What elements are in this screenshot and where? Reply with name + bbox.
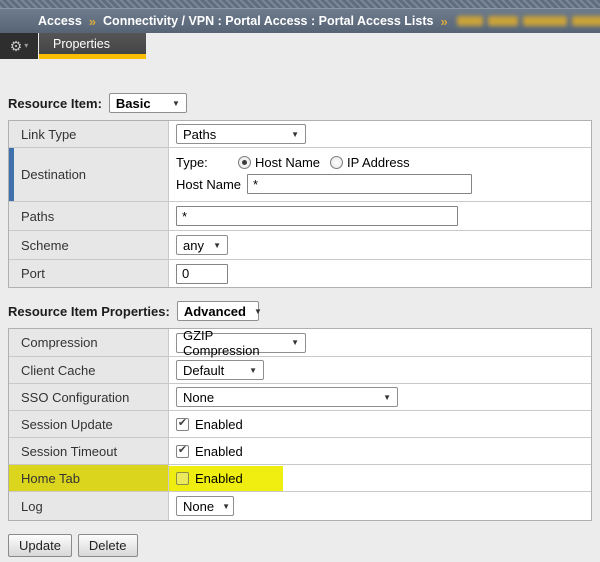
select-arrow-icon: ▼ (291, 338, 299, 347)
resource-item-table: Link Type Paths ▼ Destination Type: (8, 120, 592, 288)
select-arrow-icon: ▼ (254, 307, 262, 316)
select-arrow-icon: ▼ (222, 502, 230, 511)
redacted-resource-name (457, 16, 600, 26)
compression-label: Compression (9, 329, 169, 356)
check-icon: ✔ (178, 418, 187, 429)
port-input[interactable] (176, 264, 228, 284)
tab-properties[interactable]: Properties (39, 33, 146, 59)
radio-host-name-label: Host Name (255, 155, 320, 170)
home-tab-checkbox[interactable] (176, 472, 189, 485)
chevron-down-icon: ▾ (24, 42, 28, 50)
resource-item-properties-title: Resource Item Properties: (8, 304, 170, 319)
check-icon: ✔ (178, 445, 187, 456)
settings-menu-button[interactable]: ⚙ ▾ (0, 33, 38, 59)
home-tab-highlight: Enabled (169, 466, 283, 491)
link-type-select[interactable]: Paths ▼ (176, 124, 306, 144)
session-timeout-label: Session Timeout (9, 438, 169, 464)
breadcrumb: Access » Connectivity / VPN : Portal Acc… (0, 8, 600, 33)
client-cache-select[interactable]: Default ▼ (176, 360, 264, 380)
sso-configuration-select-value: None (183, 390, 214, 405)
sso-configuration-select[interactable]: None ▼ (176, 387, 398, 407)
gear-icon: ⚙ (10, 39, 23, 53)
resource-item-header: Resource Item: Basic ▼ (8, 93, 592, 113)
session-timeout-checkbox-label: Enabled (195, 444, 243, 459)
select-arrow-icon: ▼ (213, 241, 221, 250)
properties-mode-select[interactable]: Advanced ▼ (177, 301, 259, 321)
form-actions: Update Delete (8, 534, 592, 557)
top-striped-border (0, 0, 600, 8)
table-row-compression: Compression GZIP Compression ▼ (9, 329, 591, 356)
paths-label: Paths (9, 202, 169, 230)
update-button[interactable]: Update (8, 534, 72, 557)
session-update-checkbox-label: Enabled (195, 417, 243, 432)
select-arrow-icon: ▼ (383, 393, 391, 402)
table-row-port: Port (9, 259, 591, 287)
properties-mode-select-value: Advanced (184, 304, 246, 319)
host-name-input[interactable] (247, 174, 472, 194)
table-row-scheme: Scheme any ▼ (9, 230, 591, 259)
client-cache-label: Client Cache (9, 357, 169, 383)
radio-ip-address-label: IP Address (347, 155, 410, 170)
select-arrow-icon: ▼ (249, 366, 257, 375)
log-label: Log (9, 492, 169, 520)
destination-type-label: Type: (176, 155, 238, 170)
select-arrow-icon: ▼ (172, 99, 180, 108)
scheme-select-value: any (183, 238, 204, 253)
select-arrow-icon: ▼ (291, 130, 299, 139)
paths-input[interactable] (176, 206, 458, 226)
resource-item-properties-table: Compression GZIP Compression ▼ Client Ca… (8, 328, 592, 521)
destination-label: Destination (9, 148, 169, 201)
scheme-select[interactable]: any ▼ (176, 235, 228, 255)
scheme-label: Scheme (9, 231, 169, 259)
home-tab-label: Home Tab (9, 465, 169, 491)
compression-select-value: GZIP Compression (183, 328, 283, 358)
sso-configuration-label: SSO Configuration (9, 384, 169, 410)
resource-item-select-value: Basic (116, 96, 151, 111)
resource-item-properties-header: Resource Item Properties: Advanced ▼ (8, 301, 592, 321)
tab-bar: ⚙ ▾ Properties (0, 33, 600, 59)
main-content: Resource Item: Basic ▼ Link Type Paths ▼… (0, 93, 600, 557)
log-select[interactable]: None ▼ (176, 496, 234, 516)
port-label: Port (9, 260, 169, 287)
table-row-home-tab: Home Tab Enabled (9, 464, 591, 491)
log-select-value: None (183, 499, 214, 514)
radio-host-name[interactable] (238, 156, 251, 169)
table-row-sso-configuration: SSO Configuration None ▼ (9, 383, 591, 410)
host-name-field-label: Host Name (176, 177, 241, 192)
link-type-label: Link Type (9, 121, 169, 147)
compression-select[interactable]: GZIP Compression ▼ (176, 333, 306, 353)
session-update-label: Session Update (9, 411, 169, 437)
table-row-paths: Paths (9, 201, 591, 230)
table-row-client-cache: Client Cache Default ▼ (9, 356, 591, 383)
breadcrumb-trail: Connectivity / VPN : Portal Access : Por… (103, 14, 433, 28)
link-type-select-value: Paths (183, 127, 216, 142)
table-row-session-update: Session Update ✔ Enabled (9, 410, 591, 437)
table-row-link-type: Link Type Paths ▼ (9, 121, 591, 147)
radio-ip-address[interactable] (330, 156, 343, 169)
session-timeout-checkbox[interactable]: ✔ (176, 445, 189, 458)
session-update-checkbox[interactable]: ✔ (176, 418, 189, 431)
tab-properties-label: Properties (53, 37, 110, 51)
client-cache-select-value: Default (183, 363, 224, 378)
breadcrumb-root: Access (38, 14, 82, 28)
table-row-session-timeout: Session Timeout ✔ Enabled (9, 437, 591, 464)
resource-item-title: Resource Item: (8, 96, 102, 111)
table-row-destination: Destination Type: Host Name IP Address (9, 147, 591, 201)
home-tab-checkbox-label: Enabled (195, 471, 243, 486)
destination-accent-bar (9, 148, 14, 201)
delete-button[interactable]: Delete (78, 534, 138, 557)
breadcrumb-separator-icon: » (440, 14, 447, 29)
breadcrumb-separator-icon: » (89, 14, 96, 29)
resource-item-select[interactable]: Basic ▼ (109, 93, 187, 113)
table-row-log: Log None ▼ (9, 491, 591, 520)
